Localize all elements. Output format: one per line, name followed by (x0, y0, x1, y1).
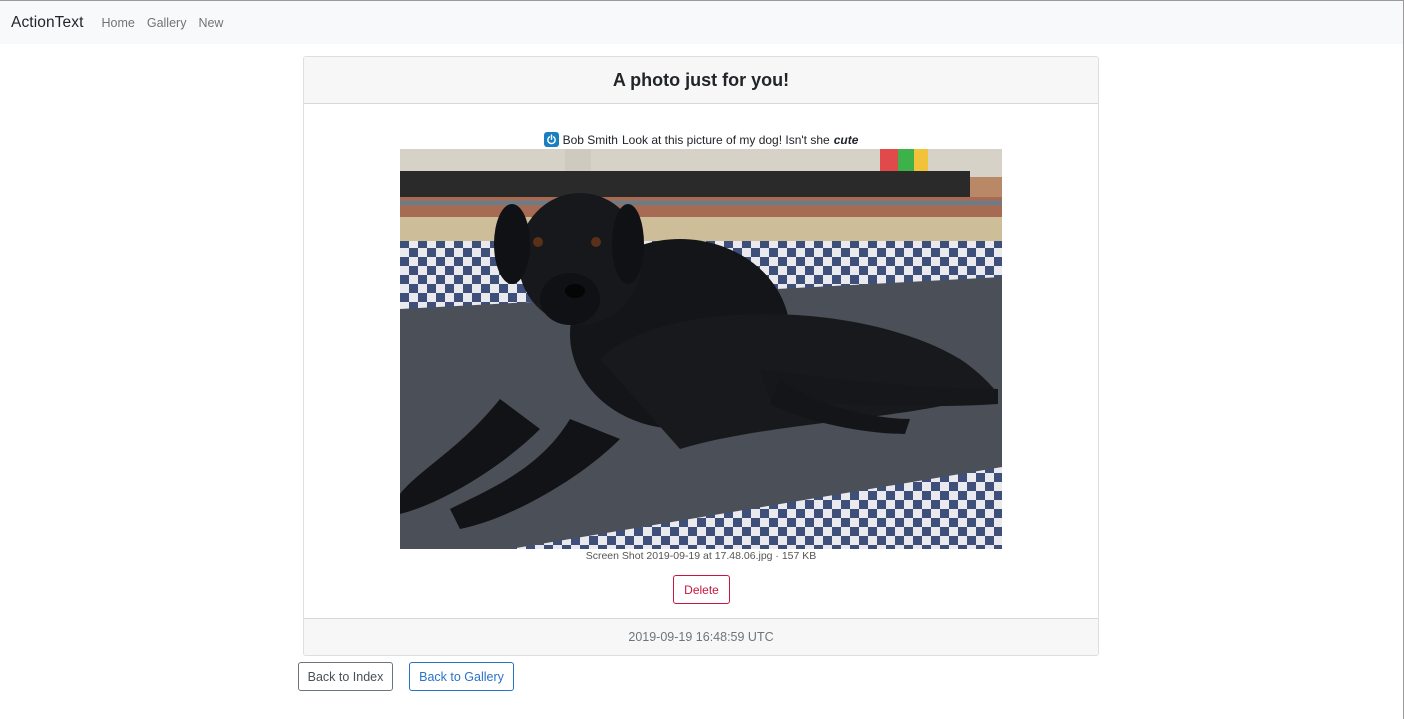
back-to-gallery-button[interactable]: Back to Gallery (409, 662, 514, 691)
card-title: A photo just for you! (612, 69, 790, 90)
card-footer: 2019-09-19 16:48:59 UTC (304, 618, 1098, 655)
nav-link-home[interactable]: Home (102, 16, 135, 30)
card-body: Bob Smith Look at this picture of my dog… (304, 104, 1098, 620)
mention-name[interactable]: Bob Smith (563, 133, 618, 147)
photo-card: A photo just for you! Bob Smith Look at … (303, 56, 1099, 656)
back-to-index-button[interactable]: Back to Index (298, 662, 393, 691)
nav-link-new[interactable]: New (198, 16, 223, 30)
nav-link-gallery[interactable]: Gallery (147, 16, 187, 30)
dog-photo[interactable] (400, 149, 1002, 549)
attachment-caption: Screen Shot 2019-09-19 at 17.48.06.jpg ·… (585, 550, 817, 562)
rich-text-emphasis: cute (833, 132, 859, 147)
top-navbar: ActionText Home Gallery New (0, 1, 1403, 44)
timestamp: 2019-09-19 16:48:59 UTC (628, 630, 774, 644)
card-header: A photo just for you! (304, 57, 1098, 104)
rich-text-content: Bob Smith Look at this picture of my dog… (304, 132, 1098, 147)
rich-text: Look at this picture of my dog! Isn't sh… (621, 132, 830, 147)
power-icon (543, 132, 559, 147)
navbar-brand[interactable]: ActionText (11, 14, 84, 32)
delete-button[interactable]: Delete (673, 575, 730, 604)
